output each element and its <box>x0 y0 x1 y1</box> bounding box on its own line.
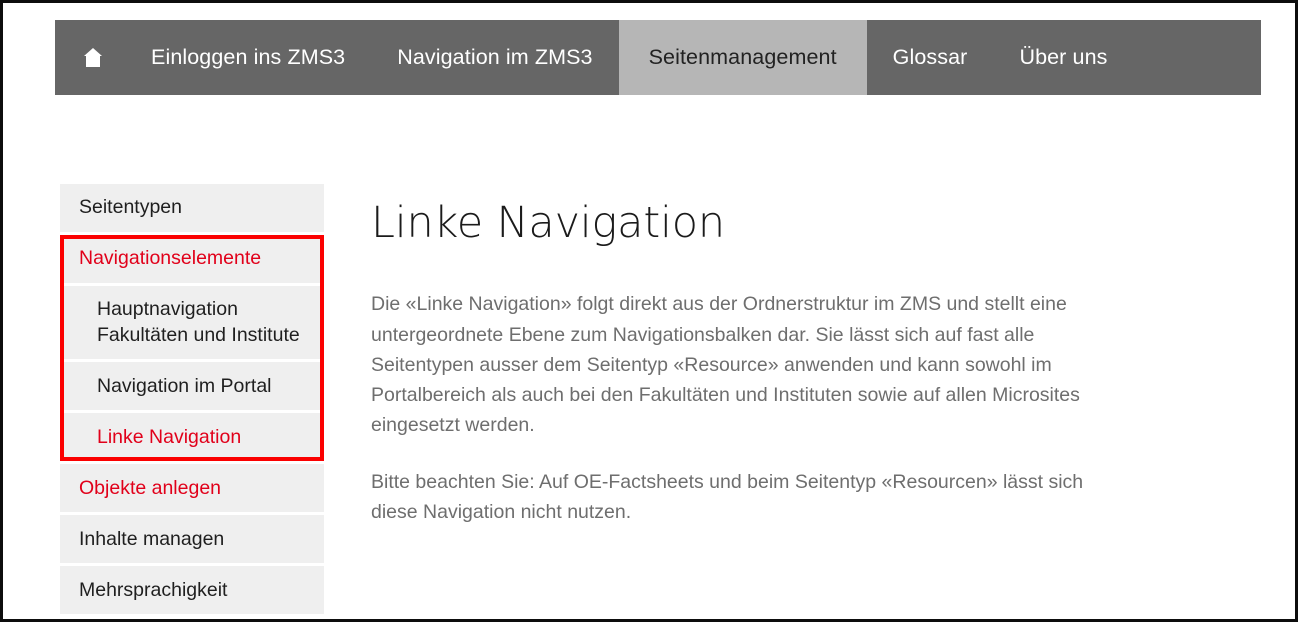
main-navigation-bar: Einloggen ins ZMS3 Navigation im ZMS3 Se… <box>55 20 1261 95</box>
nav-item-label: Einloggen ins ZMS3 <box>151 45 346 69</box>
sidebar-item-label: Hauptnavigation Fakultäten und Institute <box>97 298 300 346</box>
nav-item-einloggen-ins-zms3[interactable]: Einloggen ins ZMS3 <box>125 20 371 95</box>
sidebar-item-label: Objekte anlegen <box>79 476 222 499</box>
sidebar-item-label: Navigationselemente <box>79 247 262 270</box>
sidebar-item-label: Mehrsprachigkeit <box>79 578 228 601</box>
sidebar-item-inhalte-managen[interactable]: Inhalte managen <box>60 515 324 567</box>
nav-item-label: Über uns <box>1019 45 1108 69</box>
sidebar-item-hauptnavigation-fakultaeten-und-institute[interactable]: Hauptnavigation Fakultäten und Institute <box>60 286 324 363</box>
nav-item-glossar[interactable]: Glossar <box>867 20 994 95</box>
nav-item-home[interactable] <box>55 20 125 95</box>
sidebar-item-navigationselemente[interactable]: Navigationselemente <box>60 235 324 286</box>
sidebar-item-navigation-im-portal[interactable]: Navigation im Portal <box>60 362 324 414</box>
sidebar-item-mehrsprachigkeit[interactable]: Mehrsprachigkeit <box>60 566 324 618</box>
nav-item-navigation-im-zms3[interactable]: Navigation im ZMS3 <box>371 20 618 95</box>
sidebar-item-label: Linke Navigation <box>97 425 242 448</box>
page-title: Linke Navigation <box>371 198 725 248</box>
left-navigation-sidebar: Seitentypen Navigationselemente Hauptnav… <box>60 184 324 618</box>
nav-item-ueber-uns[interactable]: Über uns <box>993 20 1133 95</box>
nav-item-seitenmanagement[interactable]: Seitenmanagement <box>618 20 867 95</box>
sidebar-item-label: Seitentypen <box>79 196 182 219</box>
main-content: Linke Navigation Die «Linke Navigation» … <box>371 198 1111 527</box>
nav-item-label: Navigation im ZMS3 <box>397 45 593 69</box>
sidebar-item-objekte-anlegen[interactable]: Objekte anlegen <box>60 464 324 516</box>
nav-item-label: Seitenmanagement <box>648 45 837 69</box>
sidebar-item-label: Inhalte managen <box>79 527 225 550</box>
nav-item-label: Glossar <box>892 45 968 69</box>
sidebar-item-linke-navigation[interactable]: Linke Navigation <box>60 413 324 465</box>
page-root: Einloggen ins ZMS3 Navigation im ZMS3 Se… <box>0 0 1298 622</box>
sidebar-item-seitentypen[interactable]: Seitentypen <box>60 184 324 235</box>
home-icon <box>83 47 103 69</box>
body-paragraph-2: Bitte beachten Sie: Auf OE-Factsheets un… <box>371 470 1084 523</box>
sidebar-item-label: Navigation im Portal <box>97 374 272 397</box>
body-paragraph-1: Die «Linke Navigation» folgt direkt aus … <box>371 293 1080 437</box>
